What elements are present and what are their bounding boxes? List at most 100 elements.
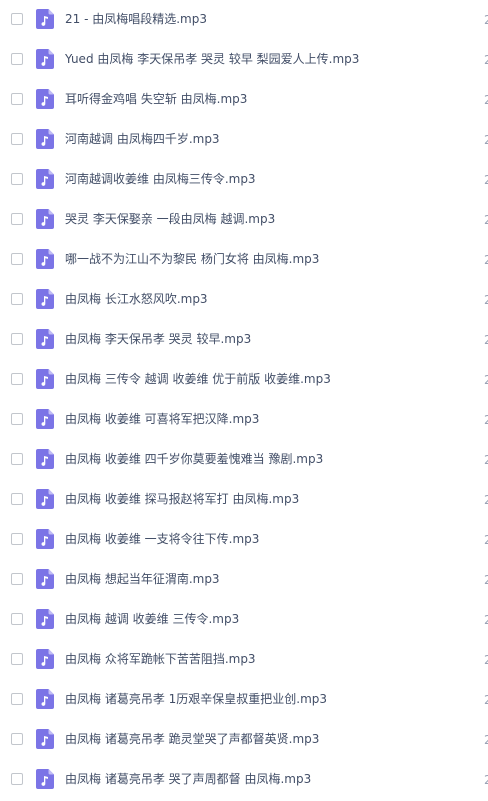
audio-file-icon	[36, 369, 54, 389]
file-name[interactable]: 耳听得金鸡唱 失空斩 由凤梅.mp3	[65, 91, 247, 107]
file-row[interactable]: 21 - 由凤梅唱段精选.mp3 2	[0, 0, 488, 40]
file-row[interactable]: 由凤梅 长江水怒风吹.mp3 2	[0, 280, 488, 320]
truncated-column-text: 2	[484, 453, 488, 467]
file-name[interactable]: 21 - 由凤梅唱段精选.mp3	[65, 11, 207, 27]
file-row[interactable]: 由凤梅 诸葛亮吊孝 1历艰辛保皇叔重把业创.mp3 2	[0, 680, 488, 720]
file-name[interactable]: 由凤梅 三传令 越调 收姜维 优于前版 收姜维.mp3	[65, 371, 331, 387]
truncated-column-text: 2	[484, 293, 488, 307]
file-name[interactable]: 由凤梅 想起当年征渭南.mp3	[65, 571, 220, 587]
file-name[interactable]: 河南越调 由凤梅四千岁.mp3	[65, 131, 220, 147]
row-checkbox[interactable]	[11, 733, 23, 745]
truncated-column-text: 2	[484, 693, 488, 707]
file-row[interactable]: 哭灵 李天保娶亲 一段由凤梅 越调.mp3 2	[0, 200, 488, 240]
audio-file-icon	[36, 329, 54, 349]
file-row[interactable]: 由凤梅 越调 收姜维 三传令.mp3 2	[0, 600, 488, 640]
row-checkbox[interactable]	[11, 573, 23, 585]
audio-file-icon	[36, 209, 54, 229]
file-name[interactable]: Yued 由凤梅 李天保吊孝 哭灵 较早 梨园爱人上传.mp3	[65, 51, 359, 67]
audio-file-icon	[36, 449, 54, 469]
file-row[interactable]: 哪一战不为江山不为黎民 杨门女将 由凤梅.mp3 2	[0, 240, 488, 280]
row-checkbox[interactable]	[11, 53, 23, 65]
audio-file-icon	[36, 169, 54, 189]
truncated-column-text: 2	[484, 333, 488, 347]
row-checkbox[interactable]	[11, 253, 23, 265]
truncated-column-text: 2	[484, 53, 488, 67]
file-row[interactable]: 由凤梅 收姜维 一支将令往下传.mp3 2	[0, 520, 488, 560]
row-checkbox[interactable]	[11, 133, 23, 145]
truncated-column-text: 2	[484, 93, 488, 107]
audio-file-icon	[36, 649, 54, 669]
file-row[interactable]: 由凤梅 李天保吊孝 哭灵 较早.mp3 2	[0, 320, 488, 360]
audio-file-icon	[36, 729, 54, 749]
file-row[interactable]: 河南越调 由凤梅四千岁.mp3 2	[0, 120, 488, 160]
row-checkbox[interactable]	[11, 613, 23, 625]
file-name[interactable]: 由凤梅 收姜维 探马报赵将军打 由凤梅.mp3	[65, 491, 299, 507]
audio-file-icon	[36, 569, 54, 589]
row-checkbox[interactable]	[11, 173, 23, 185]
audio-file-icon	[36, 89, 54, 109]
file-name[interactable]: 河南越调收姜维 由凤梅三传令.mp3	[65, 171, 256, 187]
truncated-column-text: 2	[484, 533, 488, 547]
file-name[interactable]: 由凤梅 长江水怒风吹.mp3	[65, 291, 208, 307]
truncated-column-text: 2	[484, 653, 488, 667]
audio-file-icon	[36, 249, 54, 269]
audio-file-icon	[36, 489, 54, 509]
truncated-column-text: 2	[484, 613, 488, 627]
file-name[interactable]: 由凤梅 众将军跪帐下苦苦阻挡.mp3	[65, 651, 256, 667]
file-row[interactable]: 由凤梅 众将军跪帐下苦苦阻挡.mp3 2	[0, 640, 488, 680]
truncated-column-text: 2	[484, 573, 488, 587]
audio-file-icon	[36, 769, 54, 789]
file-row[interactable]: 由凤梅 三传令 越调 收姜维 优于前版 收姜维.mp3 2	[0, 360, 488, 400]
row-checkbox[interactable]	[11, 293, 23, 305]
truncated-column-text: 2	[484, 493, 488, 507]
file-name[interactable]: 哪一战不为江山不为黎民 杨门女将 由凤梅.mp3	[65, 251, 319, 267]
file-name[interactable]: 由凤梅 诸葛亮吊孝 哭了声周都督 由凤梅.mp3	[65, 771, 311, 787]
file-name[interactable]: 由凤梅 诸葛亮吊孝 1历艰辛保皇叔重把业创.mp3	[65, 691, 327, 707]
truncated-column-text: 2	[484, 733, 488, 747]
row-checkbox[interactable]	[11, 693, 23, 705]
truncated-column-text: 2	[484, 213, 488, 227]
file-name[interactable]: 由凤梅 李天保吊孝 哭灵 较早.mp3	[65, 331, 251, 347]
audio-file-icon	[36, 609, 54, 629]
row-checkbox[interactable]	[11, 413, 23, 425]
audio-file-icon	[36, 689, 54, 709]
row-checkbox[interactable]	[11, 493, 23, 505]
row-checkbox[interactable]	[11, 93, 23, 105]
file-name[interactable]: 由凤梅 诸葛亮吊孝 跪灵堂哭了声都督英贤.mp3	[65, 731, 319, 747]
file-name[interactable]: 哭灵 李天保娶亲 一段由凤梅 越调.mp3	[65, 211, 275, 227]
file-name[interactable]: 由凤梅 收姜维 一支将令往下传.mp3	[65, 531, 259, 547]
row-checkbox[interactable]	[11, 533, 23, 545]
row-checkbox[interactable]	[11, 373, 23, 385]
truncated-column-text: 2	[484, 773, 488, 787]
audio-file-icon	[36, 409, 54, 429]
audio-file-icon	[36, 289, 54, 309]
audio-file-icon	[36, 49, 54, 69]
file-row[interactable]: 耳听得金鸡唱 失空斩 由凤梅.mp3 2	[0, 80, 488, 120]
file-name[interactable]: 由凤梅 收姜维 可喜将军把汉降.mp3	[65, 411, 259, 427]
truncated-column-text: 2	[484, 133, 488, 147]
row-checkbox[interactable]	[11, 653, 23, 665]
audio-file-icon	[36, 529, 54, 549]
truncated-column-text: 2	[484, 253, 488, 267]
file-row[interactable]: 由凤梅 收姜维 四千岁你莫要羞愧难当 豫剧.mp3 2	[0, 440, 488, 480]
file-row[interactable]: 由凤梅 诸葛亮吊孝 跪灵堂哭了声都督英贤.mp3 2	[0, 720, 488, 760]
file-list: 21 - 由凤梅唱段精选.mp3 2 Yued 由凤梅 李天保吊孝 哭灵 较早 …	[0, 0, 488, 801]
file-row[interactable]: 由凤梅 想起当年征渭南.mp3 2	[0, 560, 488, 600]
row-checkbox[interactable]	[11, 773, 23, 785]
row-checkbox[interactable]	[11, 13, 23, 25]
truncated-column-text: 2	[484, 373, 488, 387]
file-row[interactable]: 由凤梅 收姜维 探马报赵将军打 由凤梅.mp3 2	[0, 480, 488, 520]
file-name[interactable]: 由凤梅 越调 收姜维 三传令.mp3	[65, 611, 239, 627]
truncated-column-text: 2	[484, 413, 488, 427]
row-checkbox[interactable]	[11, 333, 23, 345]
audio-file-icon	[36, 9, 54, 29]
file-name[interactable]: 由凤梅 收姜维 四千岁你莫要羞愧难当 豫剧.mp3	[65, 451, 323, 467]
row-checkbox[interactable]	[11, 213, 23, 225]
file-row[interactable]: 河南越调收姜维 由凤梅三传令.mp3 2	[0, 160, 488, 200]
row-checkbox[interactable]	[11, 453, 23, 465]
file-row[interactable]: Yued 由凤梅 李天保吊孝 哭灵 较早 梨园爱人上传.mp3 2	[0, 40, 488, 80]
audio-file-icon	[36, 129, 54, 149]
file-row[interactable]: 由凤梅 诸葛亮吊孝 哭了声周都督 由凤梅.mp3 2	[0, 760, 488, 800]
file-row[interactable]: 由凤梅 收姜维 可喜将军把汉降.mp3 2	[0, 400, 488, 440]
truncated-column-text: 2	[484, 13, 488, 27]
